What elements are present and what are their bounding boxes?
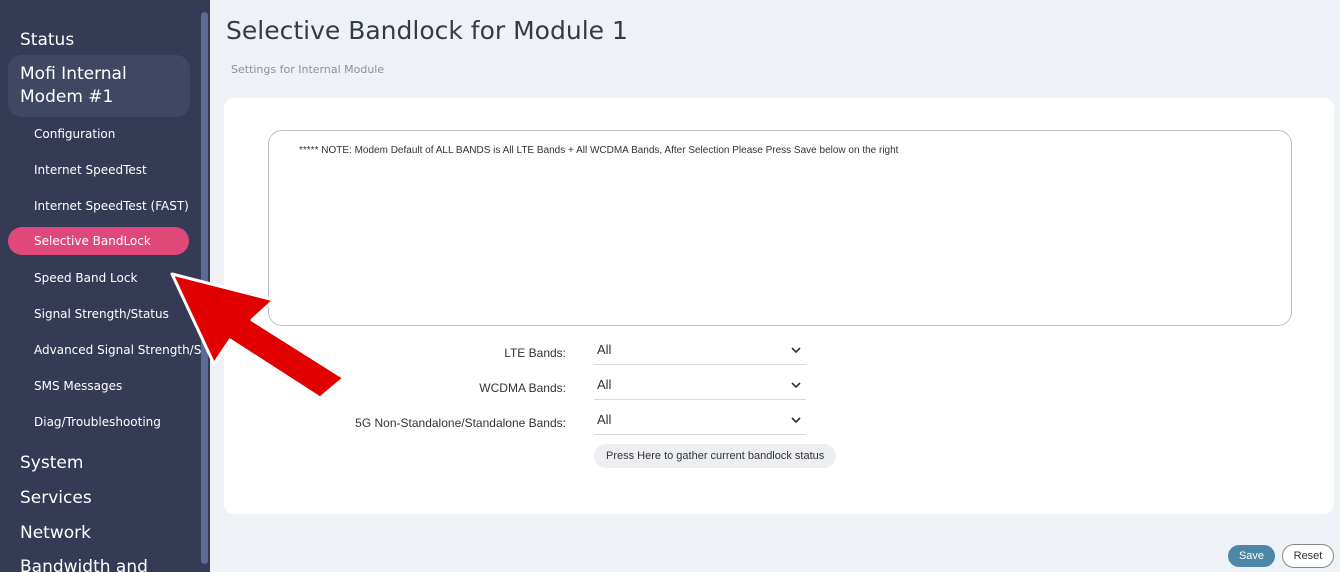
sidebar-item-speedtest[interactable]: Internet SpeedTest <box>8 156 189 184</box>
nav-mofi-modem[interactable]: Mofi Internal Modem #1 <box>8 55 190 117</box>
page-title: Selective Bandlock for Module 1 <box>226 16 628 45</box>
red-arrow-annotation <box>170 272 346 400</box>
nav-status[interactable]: Status <box>20 30 74 50</box>
sidebar-item-sms[interactable]: SMS Messages <box>8 372 189 400</box>
chevron-down-icon <box>791 417 801 424</box>
nav-system[interactable]: System <box>20 453 83 473</box>
gather-bandlock-status-button[interactable]: Press Here to gather current bandlock st… <box>594 444 837 468</box>
wcdma-bands-label: WCDMA Bands: <box>479 381 566 395</box>
sidebar-item-speedtest-fast[interactable]: Internet SpeedTest (FAST) <box>8 192 189 220</box>
sidebar-item-configuration[interactable]: Configuration <box>8 120 189 148</box>
save-button[interactable]: Save <box>1228 545 1275 567</box>
sidebar-item-advanced-signal[interactable]: Advanced Signal Strength/Status <box>8 336 210 364</box>
reset-button[interactable]: Reset <box>1282 544 1334 568</box>
wcdma-bands-value: All <box>597 377 612 392</box>
sidebar-item-selective-bandlock[interactable]: Selective BandLock <box>8 227 189 255</box>
5g-bands-value: All <box>597 412 612 427</box>
sidebar-item-speed-band-lock[interactable]: Speed Band Lock <box>8 264 189 292</box>
note-text: ***** NOTE: Modem Default of ALL BANDS i… <box>299 145 899 156</box>
lte-bands-label: LTE Bands: <box>504 346 566 360</box>
lte-bands-select[interactable]: All <box>594 340 806 365</box>
wcdma-bands-select[interactable]: All <box>594 375 806 400</box>
sidebar-item-signal-strength[interactable]: Signal Strength/Status <box>8 300 189 328</box>
page-subtitle: Settings for Internal Module <box>231 63 385 76</box>
nav-bandwidth[interactable]: Bandwidth and <box>20 557 148 572</box>
nav-services[interactable]: Services <box>20 488 92 508</box>
chevron-down-icon <box>791 347 801 354</box>
nav-network[interactable]: Network <box>20 523 91 543</box>
chevron-down-icon <box>791 382 801 389</box>
note-textarea[interactable]: ***** NOTE: Modem Default of ALL BANDS i… <box>268 130 1292 326</box>
lte-bands-value: All <box>597 342 612 357</box>
5g-bands-label: 5G Non-Standalone/Standalone Bands: <box>355 416 566 430</box>
5g-bands-select[interactable]: All <box>594 410 806 435</box>
settings-card: ***** NOTE: Modem Default of ALL BANDS i… <box>224 98 1334 514</box>
sidebar-item-diag[interactable]: Diag/Troubleshooting <box>8 408 189 436</box>
